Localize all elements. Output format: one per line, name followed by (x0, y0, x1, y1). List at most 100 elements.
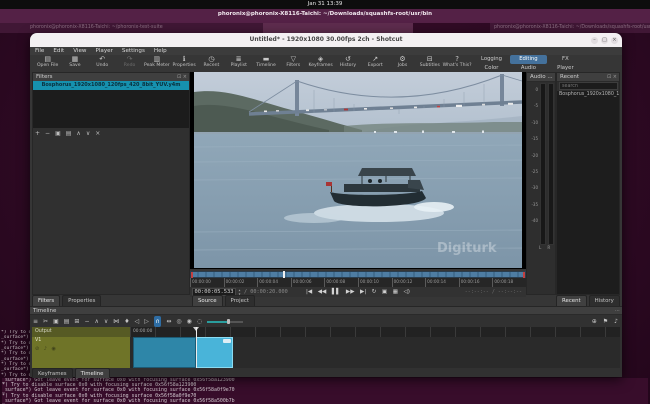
tab-properties[interactable]: Properties (62, 295, 101, 306)
zoom-fit-button[interactable]: ▣ (382, 287, 387, 297)
v1-track-lane[interactable] (130, 337, 620, 368)
layout-color[interactable]: Color (473, 64, 510, 73)
lift-button[interactable]: ∧ (94, 316, 98, 327)
marker-button[interactable]: ♦ (124, 316, 129, 327)
menu-player[interactable]: Player (96, 47, 113, 55)
close-button[interactable]: × (611, 37, 618, 44)
whats-this-button[interactable]: ?What's This? (443, 55, 470, 72)
play-pause-button[interactable]: ▌▌ (332, 287, 341, 297)
volume-button[interactable]: ◁) (404, 287, 410, 297)
video-frame[interactable]: Digiturk (194, 72, 522, 268)
redo-button[interactable]: ↷Redo (116, 55, 143, 72)
open-file-button[interactable]: ▤Open File (34, 55, 61, 72)
playlist-button[interactable]: ≣Playlist (225, 55, 252, 72)
next-marker-button[interactable]: ▷ (144, 316, 149, 327)
terminal-headerbar-left[interactable]: phoronix@phoronix-X8116-Taichi: ~/phoron… (0, 23, 300, 33)
layout-fx[interactable]: FX (547, 55, 584, 64)
panel-corner-buttons[interactable]: ⊡ × (607, 73, 617, 81)
move-filter-down-button[interactable]: ∨ (86, 129, 90, 138)
history-button[interactable]: ↺History (334, 55, 361, 72)
layout-audio[interactable]: Audio (510, 64, 547, 73)
export-button[interactable]: ↗Export (362, 55, 389, 72)
filters-current-clip[interactable]: Bosphorus_1920x1080_120fps_420_8bit_YUV.… (33, 81, 189, 90)
recent-item[interactable]: Bosphorus_1920x1080_1205... (557, 91, 619, 99)
mute-track-icon[interactable]: ♪ (44, 346, 47, 352)
ripple-toggle[interactable]: ◎ (176, 316, 181, 327)
window-titlebar[interactable]: Untitled* - 1920x1080 30.00fps 2ch - Sho… (30, 33, 622, 47)
marker-flag-button[interactable]: ⚑ (603, 316, 608, 327)
timeline-button[interactable]: ▬Timeline (252, 55, 279, 72)
recent-search-input[interactable] (559, 82, 618, 90)
paste-filters-button[interactable]: ▤ (66, 129, 72, 138)
append-button[interactable]: ⊞ (74, 316, 79, 327)
undo-button[interactable]: ↶Undo (89, 55, 116, 72)
jobs-button[interactable]: ⚙Jobs (389, 55, 416, 72)
split-button[interactable]: ⋈ (113, 316, 119, 327)
save-button[interactable]: ▦Save (61, 55, 88, 72)
lock-track-icon[interactable]: ⊘ (35, 346, 39, 352)
menu-edit[interactable]: Edit (53, 47, 64, 55)
timeline-ruler[interactable]: 00:00:00 (130, 327, 620, 337)
deselect-filter-button[interactable]: × (95, 129, 100, 138)
v1-track-header[interactable]: V1 ⊘ ♪ ◉ (32, 337, 130, 368)
copy-filters-button[interactable]: ▣ (55, 129, 61, 138)
tab-timeline[interactable]: Timeline (75, 368, 110, 378)
minimize-button[interactable]: – (591, 37, 598, 44)
loop-button[interactable]: ↻ (372, 287, 377, 297)
layout-editing[interactable]: Editing (510, 55, 547, 64)
timeline-playhead[interactable] (196, 327, 197, 368)
tab-source[interactable]: Source (192, 295, 223, 306)
panel-corner-buttons[interactable]: ⊡ × (177, 73, 187, 81)
tab-filters[interactable]: Filters (32, 295, 60, 306)
zoom-timeline-fit-button[interactable]: ⊕ (592, 316, 597, 327)
move-filter-up-button[interactable]: ∧ (76, 129, 80, 138)
overwrite-button[interactable]: ∨ (104, 316, 108, 327)
menu-help[interactable]: Help (154, 47, 167, 55)
layout-player[interactable]: Player (547, 64, 584, 73)
tab-history[interactable]: History (589, 295, 620, 306)
skip-to-start-button[interactable]: |◀ (306, 287, 312, 297)
ripple-markers-toggle[interactable]: ◌ (197, 316, 202, 327)
tab-project[interactable]: Project (225, 295, 255, 306)
add-filter-button[interactable]: + (35, 129, 40, 138)
terminal-headerbar-right[interactable]: phoronix@phoronix-X8116-Taichi: ~/Downlo… (490, 23, 650, 33)
maximize-button[interactable]: □ (601, 37, 608, 44)
player-scrubber[interactable] (190, 271, 526, 278)
timeline-menu-button[interactable]: ≡ (33, 316, 38, 327)
recent-button[interactable]: ◷Recent (198, 55, 225, 72)
ripple-all-tracks-toggle[interactable]: ◉ (187, 316, 192, 327)
properties-button[interactable]: ℹProperties (170, 55, 197, 72)
remove-filter-button[interactable]: − (45, 129, 50, 138)
prev-marker-button[interactable]: ◁ (135, 316, 140, 327)
subtitles-button[interactable]: ⊟Subtitles (416, 55, 443, 72)
menu-file[interactable]: File (35, 47, 44, 55)
filters-button[interactable]: ▽Filters (280, 55, 307, 72)
clock[interactable]: Jan 31 13:39 (308, 1, 343, 7)
timeline-panel-menu[interactable]: ⋯ (615, 307, 620, 315)
cut-button[interactable]: ✂ (43, 316, 48, 327)
tab-keyframes[interactable]: Keyframes (32, 368, 73, 378)
paste-button[interactable]: ▤ (64, 316, 70, 327)
layout-logging[interactable]: Logging (473, 55, 510, 64)
timeline-clip[interactable] (133, 337, 196, 368)
filters-list[interactable] (33, 90, 189, 128)
keyframes-button[interactable]: ◈Keyframes (307, 55, 334, 72)
tab-recent[interactable]: Recent (556, 295, 587, 306)
menu-settings[interactable]: Settings (122, 47, 145, 55)
timeline-zoom-slider[interactable] (207, 321, 243, 323)
terminal-headerbar[interactable]: phoronix@phoronix-X8116-Taichi: ~/Downlo… (0, 9, 650, 23)
menu-view[interactable]: View (73, 47, 86, 55)
scrub-while-dragging-toggle[interactable]: ⇹ (166, 316, 171, 327)
timeline-clip-selected[interactable] (196, 337, 233, 368)
fast-rewind-button[interactable]: ◀◀ (318, 287, 327, 297)
record-voiceover-button[interactable]: ♪ (614, 316, 618, 327)
peak-meter-button[interactable]: ▥Peak Meter (143, 55, 170, 72)
hide-track-icon[interactable]: ◉ (51, 346, 55, 352)
snap-toggle[interactable]: ∩ (154, 316, 161, 327)
skip-to-end-button[interactable]: ▶| (360, 287, 366, 297)
fast-forward-button[interactable]: ▶▶ (346, 287, 355, 297)
copy-button[interactable]: ▣ (53, 316, 59, 327)
ripple-delete-button[interactable]: − (84, 316, 89, 327)
output-track-header[interactable]: Output (32, 327, 130, 337)
grid-button[interactable]: ▦ (393, 287, 398, 297)
